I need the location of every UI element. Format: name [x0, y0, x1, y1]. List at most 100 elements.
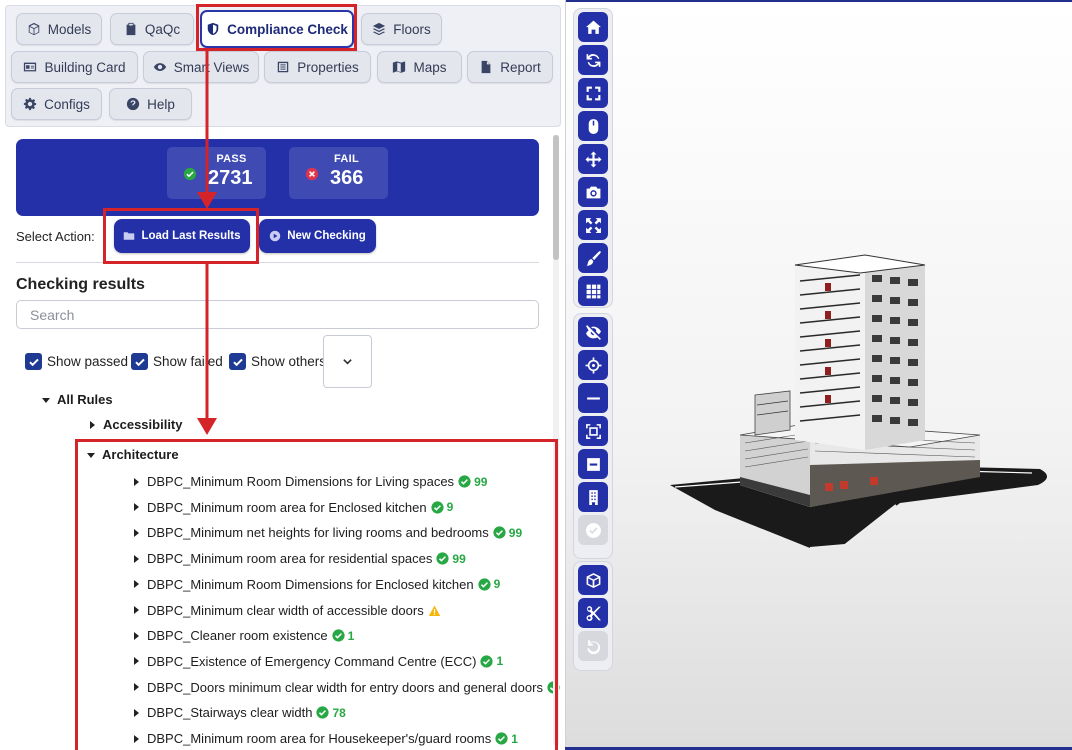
tab-properties[interactable]: Properties [264, 51, 371, 83]
undo-icon [585, 638, 602, 655]
minus-button[interactable] [578, 383, 608, 413]
pass-count: 1 [511, 731, 518, 746]
rule-row[interactable]: DBPC_Minimum Room Dimensions for Living … [131, 474, 487, 489]
grid-icon [585, 283, 602, 300]
checkbox-checked-icon [25, 353, 42, 370]
caret-down-icon [41, 395, 51, 405]
pass-stat: PASS 2731 [167, 147, 266, 199]
model-viewer[interactable] [565, 0, 1072, 750]
section-box-icon [585, 423, 602, 440]
tab-label: Properties [297, 59, 359, 75]
minus-square-icon [585, 456, 602, 473]
cube-button[interactable] [578, 565, 608, 595]
caret-down-icon [86, 450, 96, 460]
rule-row[interactable]: DBPC_Existence of Emergency Command Cent… [131, 654, 503, 669]
fullscreen-icon [585, 85, 602, 102]
tab-maps[interactable]: Maps [377, 51, 462, 83]
tab-label: Building Card [44, 59, 126, 75]
tree-label: All Rules [57, 392, 113, 407]
cube-icon [27, 22, 41, 36]
refresh-button[interactable] [578, 45, 608, 75]
check-circle-icon [431, 501, 444, 514]
check-circle-icon [480, 655, 494, 668]
eye-slash-button[interactable] [578, 317, 608, 347]
rule-row[interactable]: DBPC_Stairways clear width 78 [131, 705, 346, 720]
tab-building-card[interactable]: Building Card [11, 51, 138, 83]
crosshair-button[interactable] [578, 350, 608, 380]
filter-dropdown[interactable] [323, 335, 372, 388]
camera-button[interactable] [578, 177, 608, 207]
tree-root-all-rules[interactable]: All Rules [41, 392, 113, 407]
building-icon [585, 489, 602, 506]
viewer-toolbar-edit [573, 561, 613, 671]
caret-right-icon [131, 502, 141, 512]
scrollbar-thumb[interactable] [553, 135, 559, 260]
tree-group-accessibility[interactable]: Accessibility [87, 417, 183, 432]
show-passed-checkbox[interactable]: Show passed [25, 353, 128, 370]
tree-group-architecture[interactable]: Architecture [86, 447, 179, 462]
tab-label: Compliance Check [227, 21, 348, 37]
rule-name: DBPC_Minimum room area for residential s… [147, 551, 433, 567]
brush-button[interactable] [578, 243, 608, 273]
rule-row[interactable]: DBPC_Minimum net heights for living room… [131, 525, 522, 540]
tab-label: Help [147, 96, 175, 112]
tab-help[interactable]: Help [109, 88, 192, 120]
minus-square-button[interactable] [578, 449, 608, 479]
undo-button [578, 631, 608, 661]
tab-compliance-check[interactable]: Compliance Check [200, 10, 354, 48]
pass-count: 9 [493, 577, 501, 592]
rule-name: DBPC_Minimum Room Dimensions for Living … [147, 474, 455, 489]
rule-row[interactable]: DBPC_Doors minimum clear width for entry… [131, 680, 560, 695]
eye-slash-icon [585, 324, 602, 341]
rule-row[interactable]: DBPC_Minimum clear width of accessible d… [131, 603, 441, 618]
rule-row[interactable]: DBPC_Minimum Room Dimensions for Enclose… [131, 577, 500, 592]
tab-label: QaQc [144, 21, 181, 37]
clipboard-check-icon [124, 22, 138, 36]
checkbox-checked-icon [229, 353, 246, 370]
caret-right-icon [131, 579, 141, 589]
caret-right-icon [131, 656, 141, 666]
check-circle-icon [458, 475, 471, 488]
move-button[interactable] [578, 144, 608, 174]
rule-row[interactable]: DBPC_Cleaner room existence 1 [131, 628, 354, 643]
caret-right-icon [131, 631, 141, 641]
rule-row[interactable]: DBPC_Minimum room area for Enclosed kitc… [131, 500, 453, 515]
eye-icon [153, 60, 167, 74]
section-box-button[interactable] [578, 416, 608, 446]
building-button[interactable] [578, 482, 608, 512]
caret-right-icon [87, 420, 97, 430]
new-checking-button[interactable]: New Checking [259, 219, 376, 253]
tab-report[interactable]: Report [467, 51, 553, 83]
tab-models[interactable]: Models [16, 13, 102, 45]
button-label: Load Last Results [141, 230, 241, 242]
tab-configs[interactable]: Configs [11, 88, 102, 120]
check-circle-icon [332, 629, 345, 642]
fail-label: FAIL [333, 153, 360, 165]
building-3d-model[interactable] [660, 245, 1055, 550]
tab-smart-views[interactable]: Smart Views [143, 51, 259, 83]
question-circle-icon [126, 97, 140, 111]
rule-row[interactable]: DBPC_Minimum room area for residential s… [131, 551, 466, 566]
mouse-button[interactable] [578, 111, 608, 141]
show-others-checkbox[interactable]: Show others [229, 353, 326, 370]
rule-name: DBPC_Minimum clear width of accessible d… [147, 602, 424, 618]
viewer-border-left [565, 0, 566, 750]
expand-button[interactable] [578, 210, 608, 240]
grid-button[interactable] [578, 276, 608, 306]
id-card-icon [23, 60, 37, 74]
rule-name: DBPC_Stairways clear width [147, 705, 313, 721]
pass-label: PASS [216, 153, 247, 165]
tab-label: Configs [44, 96, 90, 112]
viewer-toolbar-tools [573, 313, 613, 559]
show-failed-checkbox[interactable]: Show failed [131, 353, 223, 370]
scissors-button[interactable] [578, 598, 608, 628]
rule-row[interactable]: DBPC_Minimum room area for Housekeeper's… [131, 731, 518, 746]
tab-floors[interactable]: Floors [361, 13, 442, 45]
tab-qaqc[interactable]: QaQc [110, 13, 194, 45]
load-last-results-button[interactable]: Load Last Results [114, 219, 250, 253]
fullscreen-button[interactable] [578, 78, 608, 108]
home-button[interactable] [578, 12, 608, 42]
brush-icon [585, 250, 602, 267]
search-input[interactable] [16, 300, 539, 329]
crosshair-icon [585, 357, 602, 374]
